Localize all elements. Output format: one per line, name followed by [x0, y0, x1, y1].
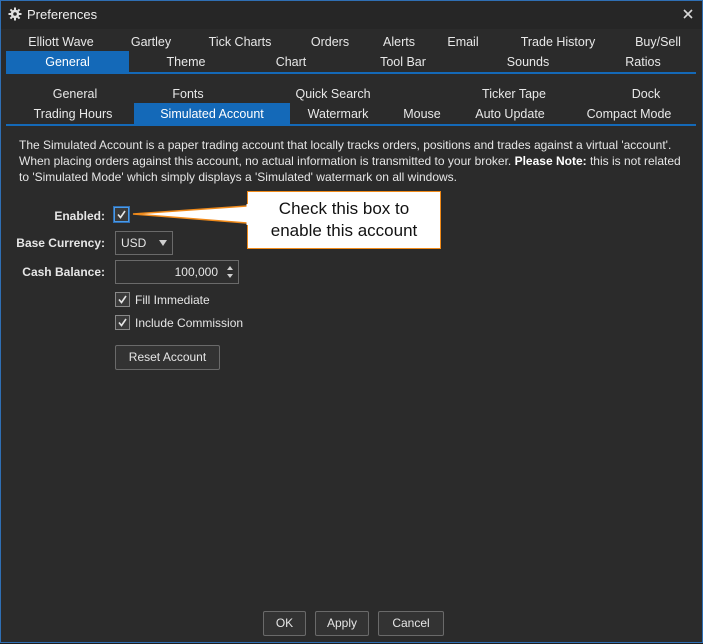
checkmark-icon — [118, 318, 127, 327]
tab-trade-history[interactable]: Trade History — [506, 31, 610, 53]
cash-balance-input[interactable]: 100,000 — [115, 260, 239, 284]
include-commission-checkbox[interactable] — [115, 315, 130, 330]
apply-button[interactable]: Apply — [315, 611, 369, 636]
sub-tabs-underline — [6, 124, 696, 126]
callout-line-1: Check this box to — [278, 199, 410, 218]
fill-immediate-checkbox[interactable] — [115, 292, 130, 307]
cash-balance-value: 100,000 — [174, 265, 218, 279]
close-icon[interactable] — [679, 5, 697, 23]
subtab-compact-mode[interactable]: Compact Mode — [576, 103, 682, 125]
base-currency-label: Base Currency: — [16, 236, 105, 250]
subtab-watermark[interactable]: Watermark — [296, 103, 380, 125]
description-note-label: Please Note: — [514, 154, 587, 168]
tab-email[interactable]: Email — [436, 31, 490, 53]
tab-theme[interactable]: Theme — [136, 51, 236, 73]
cancel-button[interactable]: Cancel — [378, 611, 444, 636]
tab-alerts[interactable]: Alerts — [371, 31, 427, 53]
tab-sounds[interactable]: Sounds — [476, 51, 580, 73]
subtab-dock[interactable]: Dock — [606, 83, 686, 105]
preferences-window: Preferences Elliott Wave Gartley Tick Ch… — [0, 0, 703, 643]
checkmark-icon — [117, 210, 126, 219]
reset-account-button[interactable]: Reset Account — [115, 345, 220, 370]
subtab-ticker-tape[interactable]: Ticker Tape — [461, 83, 567, 105]
subtab-auto-update[interactable]: Auto Update — [466, 103, 554, 125]
enabled-label: Enabled: — [54, 209, 105, 223]
subtab-fonts[interactable]: Fonts — [136, 83, 240, 105]
subtab-trading-hours[interactable]: Trading Hours — [14, 103, 132, 125]
sub-tabs-row-1: General Fonts Quick Search Ticker Tape D… — [6, 83, 696, 105]
tab-tick-charts[interactable]: Tick Charts — [196, 31, 284, 53]
base-currency-select[interactable]: USD — [115, 231, 173, 255]
callout-line-2: enable this account — [270, 221, 418, 240]
cash-balance-label: Cash Balance: — [22, 265, 105, 279]
gear-icon — [8, 7, 22, 21]
fill-immediate-label: Fill Immediate — [135, 293, 210, 307]
include-commission-label: Include Commission — [135, 316, 244, 330]
subtab-general[interactable]: General — [6, 83, 144, 105]
ok-button[interactable]: OK — [263, 611, 306, 636]
main-tabs-underline — [6, 72, 696, 74]
tab-ratios[interactable]: Ratios — [591, 51, 695, 73]
tab-buy-sell[interactable]: Buy/Sell — [626, 31, 690, 53]
spin-down-icon[interactable] — [227, 274, 233, 278]
chevron-down-icon — [159, 240, 167, 246]
main-tabs-row-1: Elliott Wave Gartley Tick Charts Orders … — [6, 31, 696, 53]
main-tabs-row-2: General Theme Chart Tool Bar Sounds Rati… — [6, 51, 696, 73]
callout-tooltip: Check this box to enable this account — [247, 191, 441, 249]
subtab-quick-search[interactable]: Quick Search — [278, 83, 388, 105]
tab-orders[interactable]: Orders — [301, 31, 359, 53]
description-text: The Simulated Account is a paper trading… — [19, 137, 689, 185]
title-bar: Preferences — [1, 1, 702, 29]
tab-gartley[interactable]: Gartley — [116, 31, 186, 53]
tab-chart[interactable]: Chart — [246, 51, 336, 73]
subtab-mouse[interactable]: Mouse — [391, 103, 453, 125]
sub-tabs-row-2: Trading Hours Simulated Account Watermar… — [6, 103, 696, 125]
window-title: Preferences — [27, 7, 98, 22]
tab-general[interactable]: General — [6, 51, 129, 73]
enabled-checkbox[interactable] — [114, 207, 129, 222]
subtab-simulated-account[interactable]: Simulated Account — [134, 103, 290, 125]
tab-tool-bar[interactable]: Tool Bar — [351, 51, 455, 73]
spin-up-icon[interactable] — [227, 266, 233, 270]
base-currency-value: USD — [121, 236, 147, 250]
checkmark-icon — [118, 295, 127, 304]
tab-elliott-wave[interactable]: Elliott Wave — [6, 31, 116, 53]
